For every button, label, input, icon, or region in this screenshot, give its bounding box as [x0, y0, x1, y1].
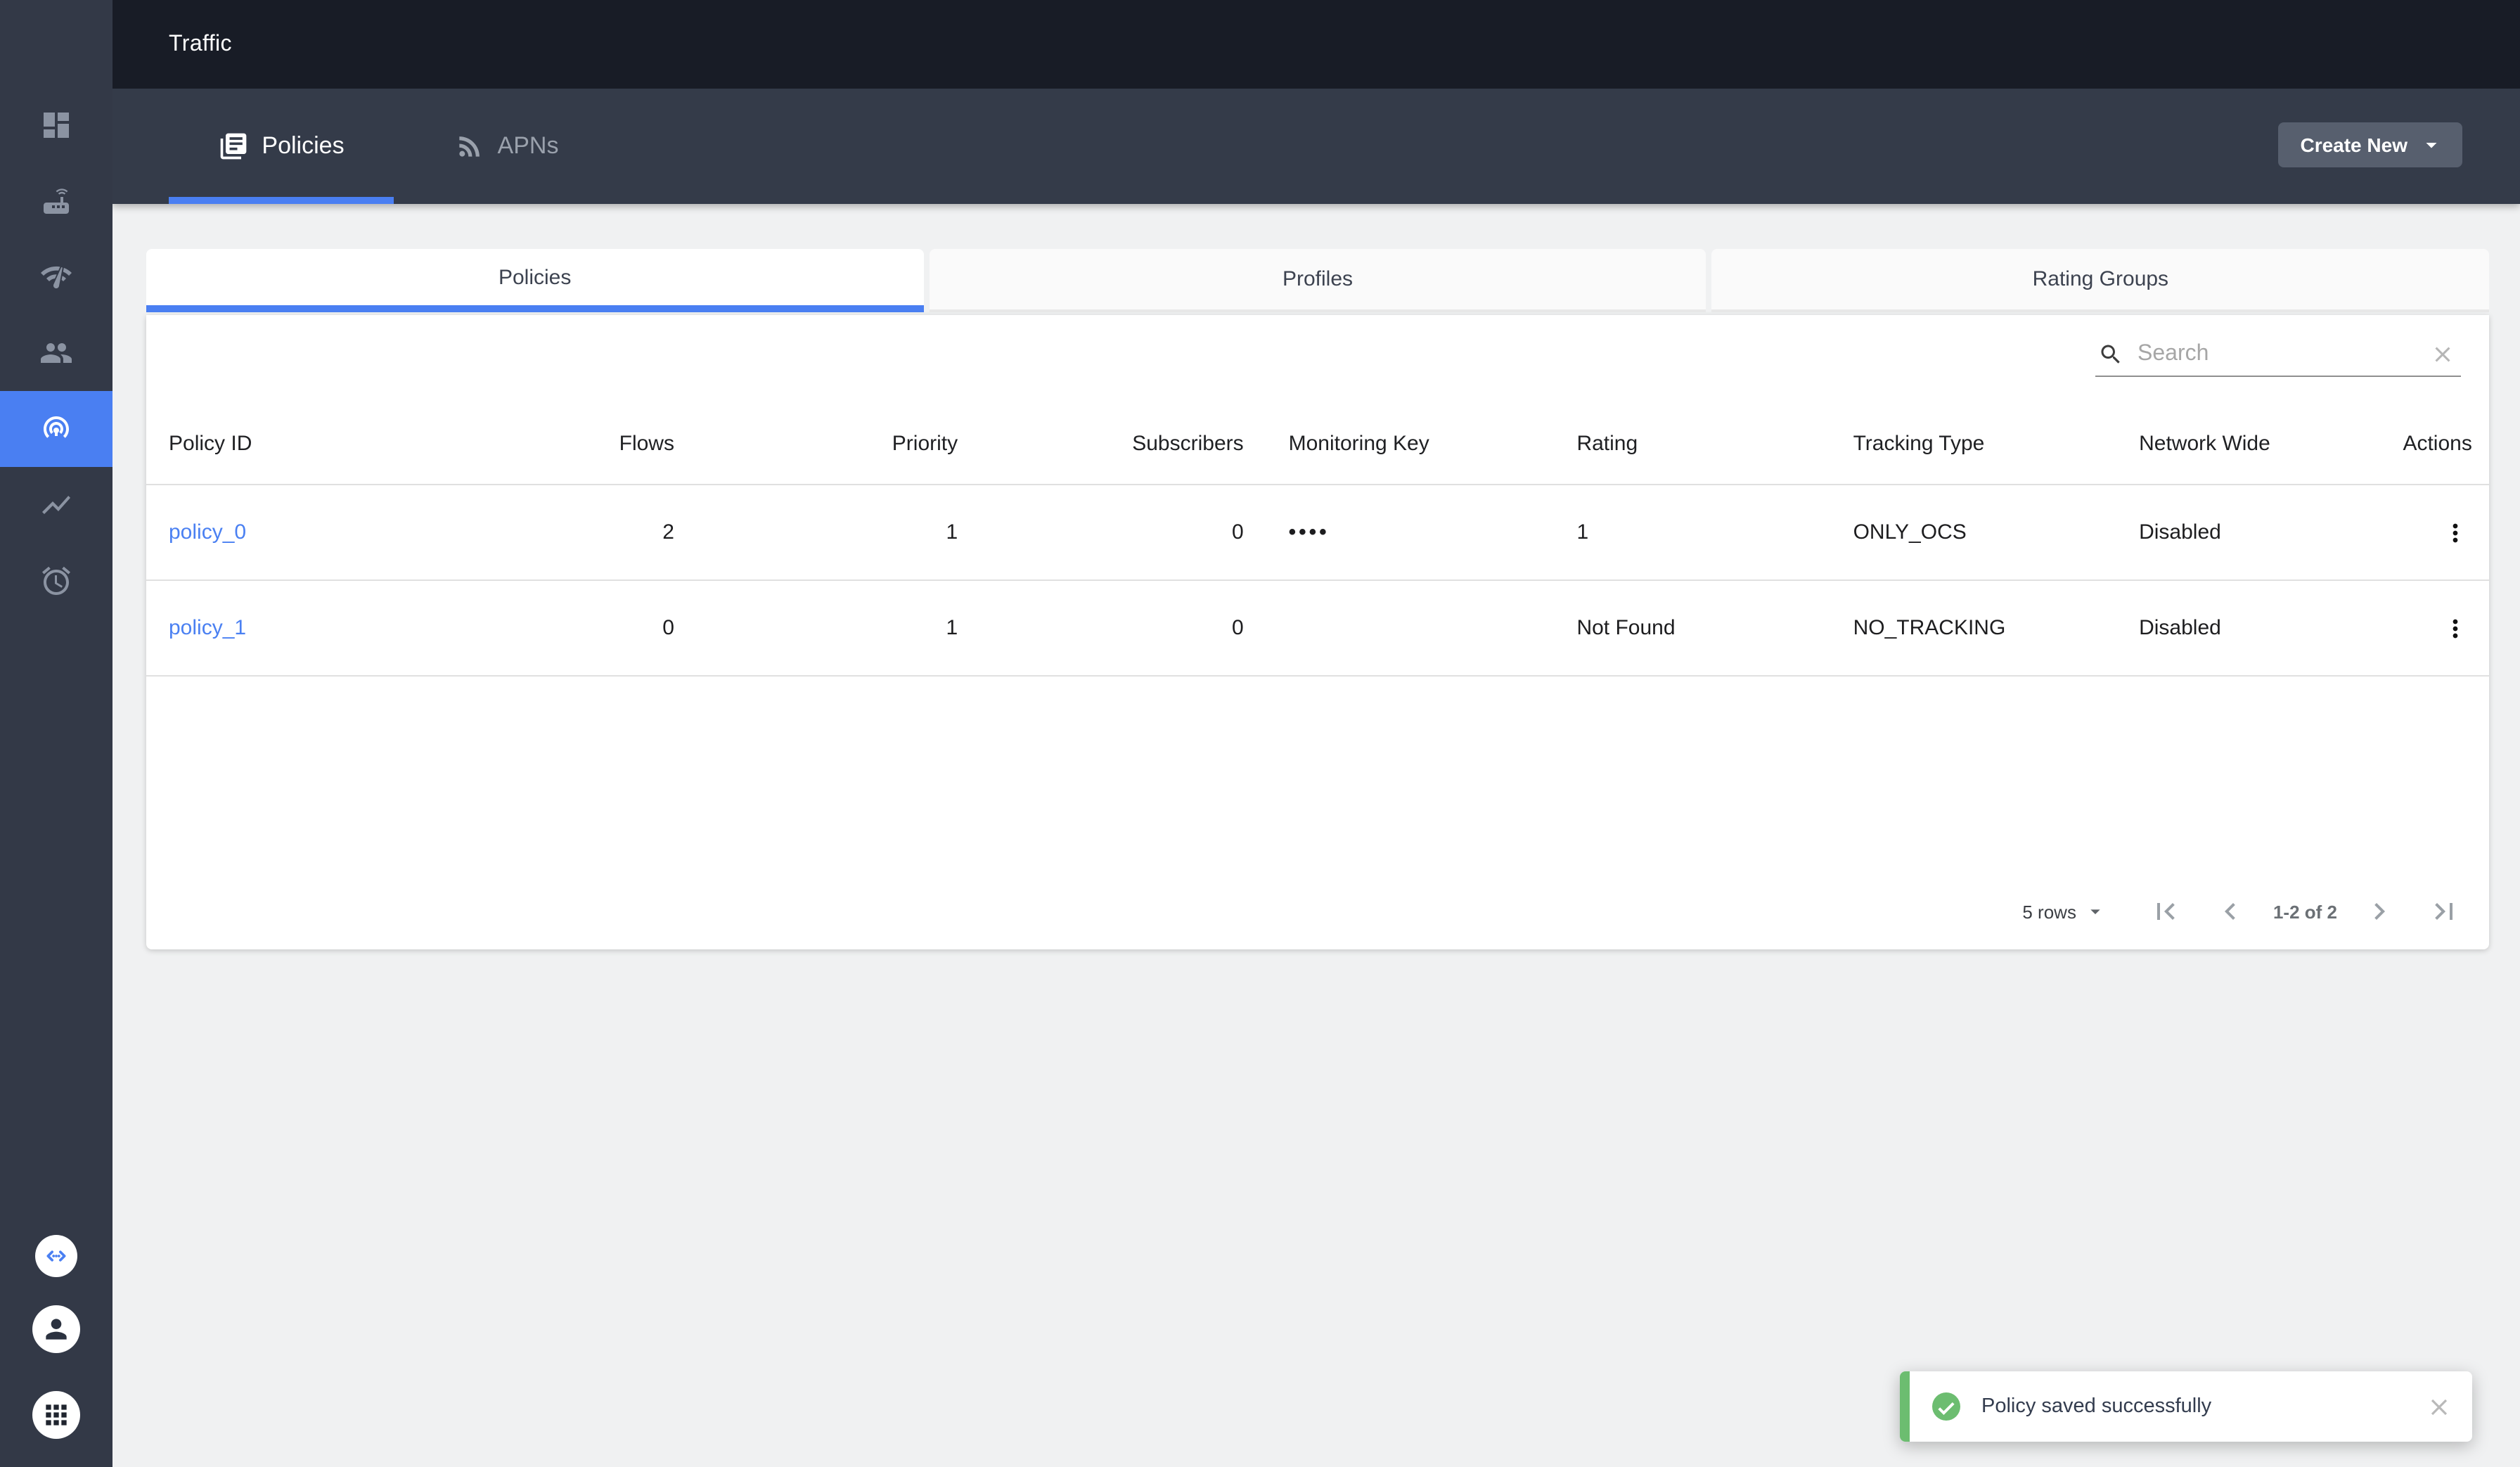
topbar: Traffic	[112, 0, 2520, 89]
sidebar-item-network[interactable]	[0, 239, 112, 315]
cell-priority: 1	[946, 520, 958, 544]
column-header-rating: Rating	[1576, 431, 1638, 455]
more-vert-icon	[2452, 523, 2458, 542]
table-row: policy_0 2 1 0 •••• 1 ONLY_OCS Disabled	[146, 485, 2489, 581]
column-header-flows: Flows	[619, 431, 674, 455]
last-page-button[interactable]	[2427, 895, 2461, 928]
cell-tracking-type: ONLY_OCS	[1853, 520, 1967, 544]
cell-network-wide: Disabled	[2139, 520, 2221, 544]
account-icon	[46, 1319, 67, 1340]
toast-message: Policy saved successfully	[1981, 1395, 2212, 1418]
cell-flows: 0	[662, 616, 674, 640]
cell-priority: 1	[946, 616, 958, 640]
create-new-button[interactable]: Create New	[2277, 122, 2462, 167]
rows-per-page-label: 5 rows	[2022, 901, 2076, 922]
cell-rating: 1	[1576, 520, 1589, 544]
column-header-monitoring_key: Monitoring Key	[1288, 431, 1429, 455]
sidebar-item-traffic[interactable]	[0, 391, 112, 467]
alarm-icon	[42, 566, 70, 595]
sidebar-item-subscribers[interactable]	[0, 315, 112, 391]
subtab-profiles[interactable]: Profiles	[929, 249, 1706, 312]
nav-tabbar: Policies APNs Create New	[112, 89, 2520, 204]
cell-rating: Not Found	[1576, 616, 1676, 640]
create-new-label: Create New	[2300, 134, 2408, 156]
main-content: Policies Profiles Rating Groups Policy I…	[112, 204, 2520, 1467]
network-check-icon	[41, 266, 72, 288]
previous-page-button[interactable]	[2214, 895, 2248, 928]
cell-subscribers: 0	[1231, 520, 1244, 544]
api-code-icon	[46, 1250, 66, 1262]
policies-table: Policy ID Flows Priority Subscribers Monitor…	[146, 402, 2489, 677]
cell-monitoring-key: ••••	[1288, 520, 1330, 544]
people-icon	[41, 343, 72, 363]
subtab-policies[interactable]: Policies	[146, 249, 924, 312]
chevron-down-icon	[2091, 909, 2101, 914]
cell-tracking-type: NO_TRACKING	[1853, 616, 2006, 640]
show-chart-icon	[42, 496, 70, 514]
column-header-actions: Actions	[2403, 431, 2472, 455]
rows-per-page-select[interactable]: 5 rows	[2022, 900, 2107, 923]
wifi-tethering-icon	[44, 416, 69, 438]
rss-feed-icon	[458, 136, 480, 157]
subtab-policies-label: Policies	[498, 265, 572, 289]
row-actions-button[interactable]	[2374, 614, 2489, 642]
tab-policies[interactable]: Policies	[169, 89, 394, 204]
subtab-rating-groups-label: Rating Groups	[2032, 267, 2169, 291]
policy-link[interactable]: policy_0	[169, 520, 246, 544]
policies-card: Policy ID Flows Priority Subscribers Monitor…	[146, 315, 2489, 949]
success-check-icon	[1932, 1392, 1960, 1421]
search-area	[146, 315, 2489, 402]
pagination-range: 1-2 of 2	[2272, 901, 2337, 922]
api-docs-button[interactable]	[35, 1235, 77, 1277]
app: Traffic Policies APNs Create New Policie…	[0, 0, 2520, 1467]
account-button[interactable]	[32, 1305, 80, 1353]
library-books-icon	[221, 133, 247, 160]
column-header-priority: Priority	[892, 431, 958, 455]
sidebar	[0, 0, 112, 1467]
clear-search-icon[interactable]	[2430, 342, 2455, 367]
next-page-button[interactable]	[2362, 895, 2396, 928]
table-body: policy_0 2 1 0 •••• 1 ONLY_OCS Disabled …	[146, 485, 2489, 677]
toast: Policy saved successfully	[1900, 1371, 2472, 1442]
dashboard-icon	[44, 113, 69, 138]
search-icon	[2101, 345, 2120, 364]
search-box	[2095, 333, 2461, 377]
apps-menu-button[interactable]	[32, 1391, 80, 1439]
search-input[interactable]	[2135, 340, 2430, 369]
pagination: 5 rows 1-2 of 2	[2022, 890, 2461, 933]
chevron-down-icon	[2426, 143, 2437, 148]
column-header-subscribers: Subscribers	[1132, 431, 1244, 455]
toast-accent-bar	[1900, 1371, 1910, 1442]
column-header-policy_id: Policy ID	[169, 431, 252, 455]
toast-close-icon[interactable]	[2426, 1393, 2452, 1420]
column-header-tracking_type: Tracking Type	[1853, 431, 1985, 455]
sidebar-bottom	[0, 1235, 112, 1439]
table-header-row: Policy ID Flows Priority Subscribers Monitor…	[146, 402, 2489, 485]
sidebar-item-alerts[interactable]	[0, 543, 112, 619]
policy-link[interactable]: policy_1	[169, 616, 246, 640]
table-row: policy_1 0 1 0 Not Found NO_TRACKING Dis…	[146, 581, 2489, 677]
tab-apns-label: APNs	[497, 132, 559, 159]
sidebar-nav	[0, 0, 112, 619]
cell-flows: 2	[662, 520, 674, 544]
subtab-rating-groups[interactable]: Rating Groups	[1711, 249, 2490, 312]
tab-policies-label: Policies	[262, 132, 345, 159]
cell-network-wide: Disabled	[2139, 616, 2221, 640]
more-vert-icon	[2452, 618, 2458, 638]
cell-subscribers: 0	[1231, 616, 1244, 640]
apps-grid-icon	[46, 1404, 67, 1426]
sidebar-item-equipment[interactable]	[0, 163, 112, 239]
row-actions-button[interactable]	[2374, 518, 2489, 546]
sidebar-item-dashboard[interactable]	[0, 87, 112, 163]
subtab-profiles-label: Profiles	[1282, 267, 1354, 291]
subtabs: Policies Profiles Rating Groups	[146, 249, 2490, 312]
column-header-network_wide: Network Wide	[2139, 431, 2270, 455]
first-page-button[interactable]	[2149, 895, 2183, 928]
page-title: Traffic	[169, 32, 232, 56]
tab-apns[interactable]: APNs	[394, 89, 619, 204]
sidebar-item-metrics[interactable]	[0, 467, 112, 543]
router-icon	[44, 188, 69, 214]
